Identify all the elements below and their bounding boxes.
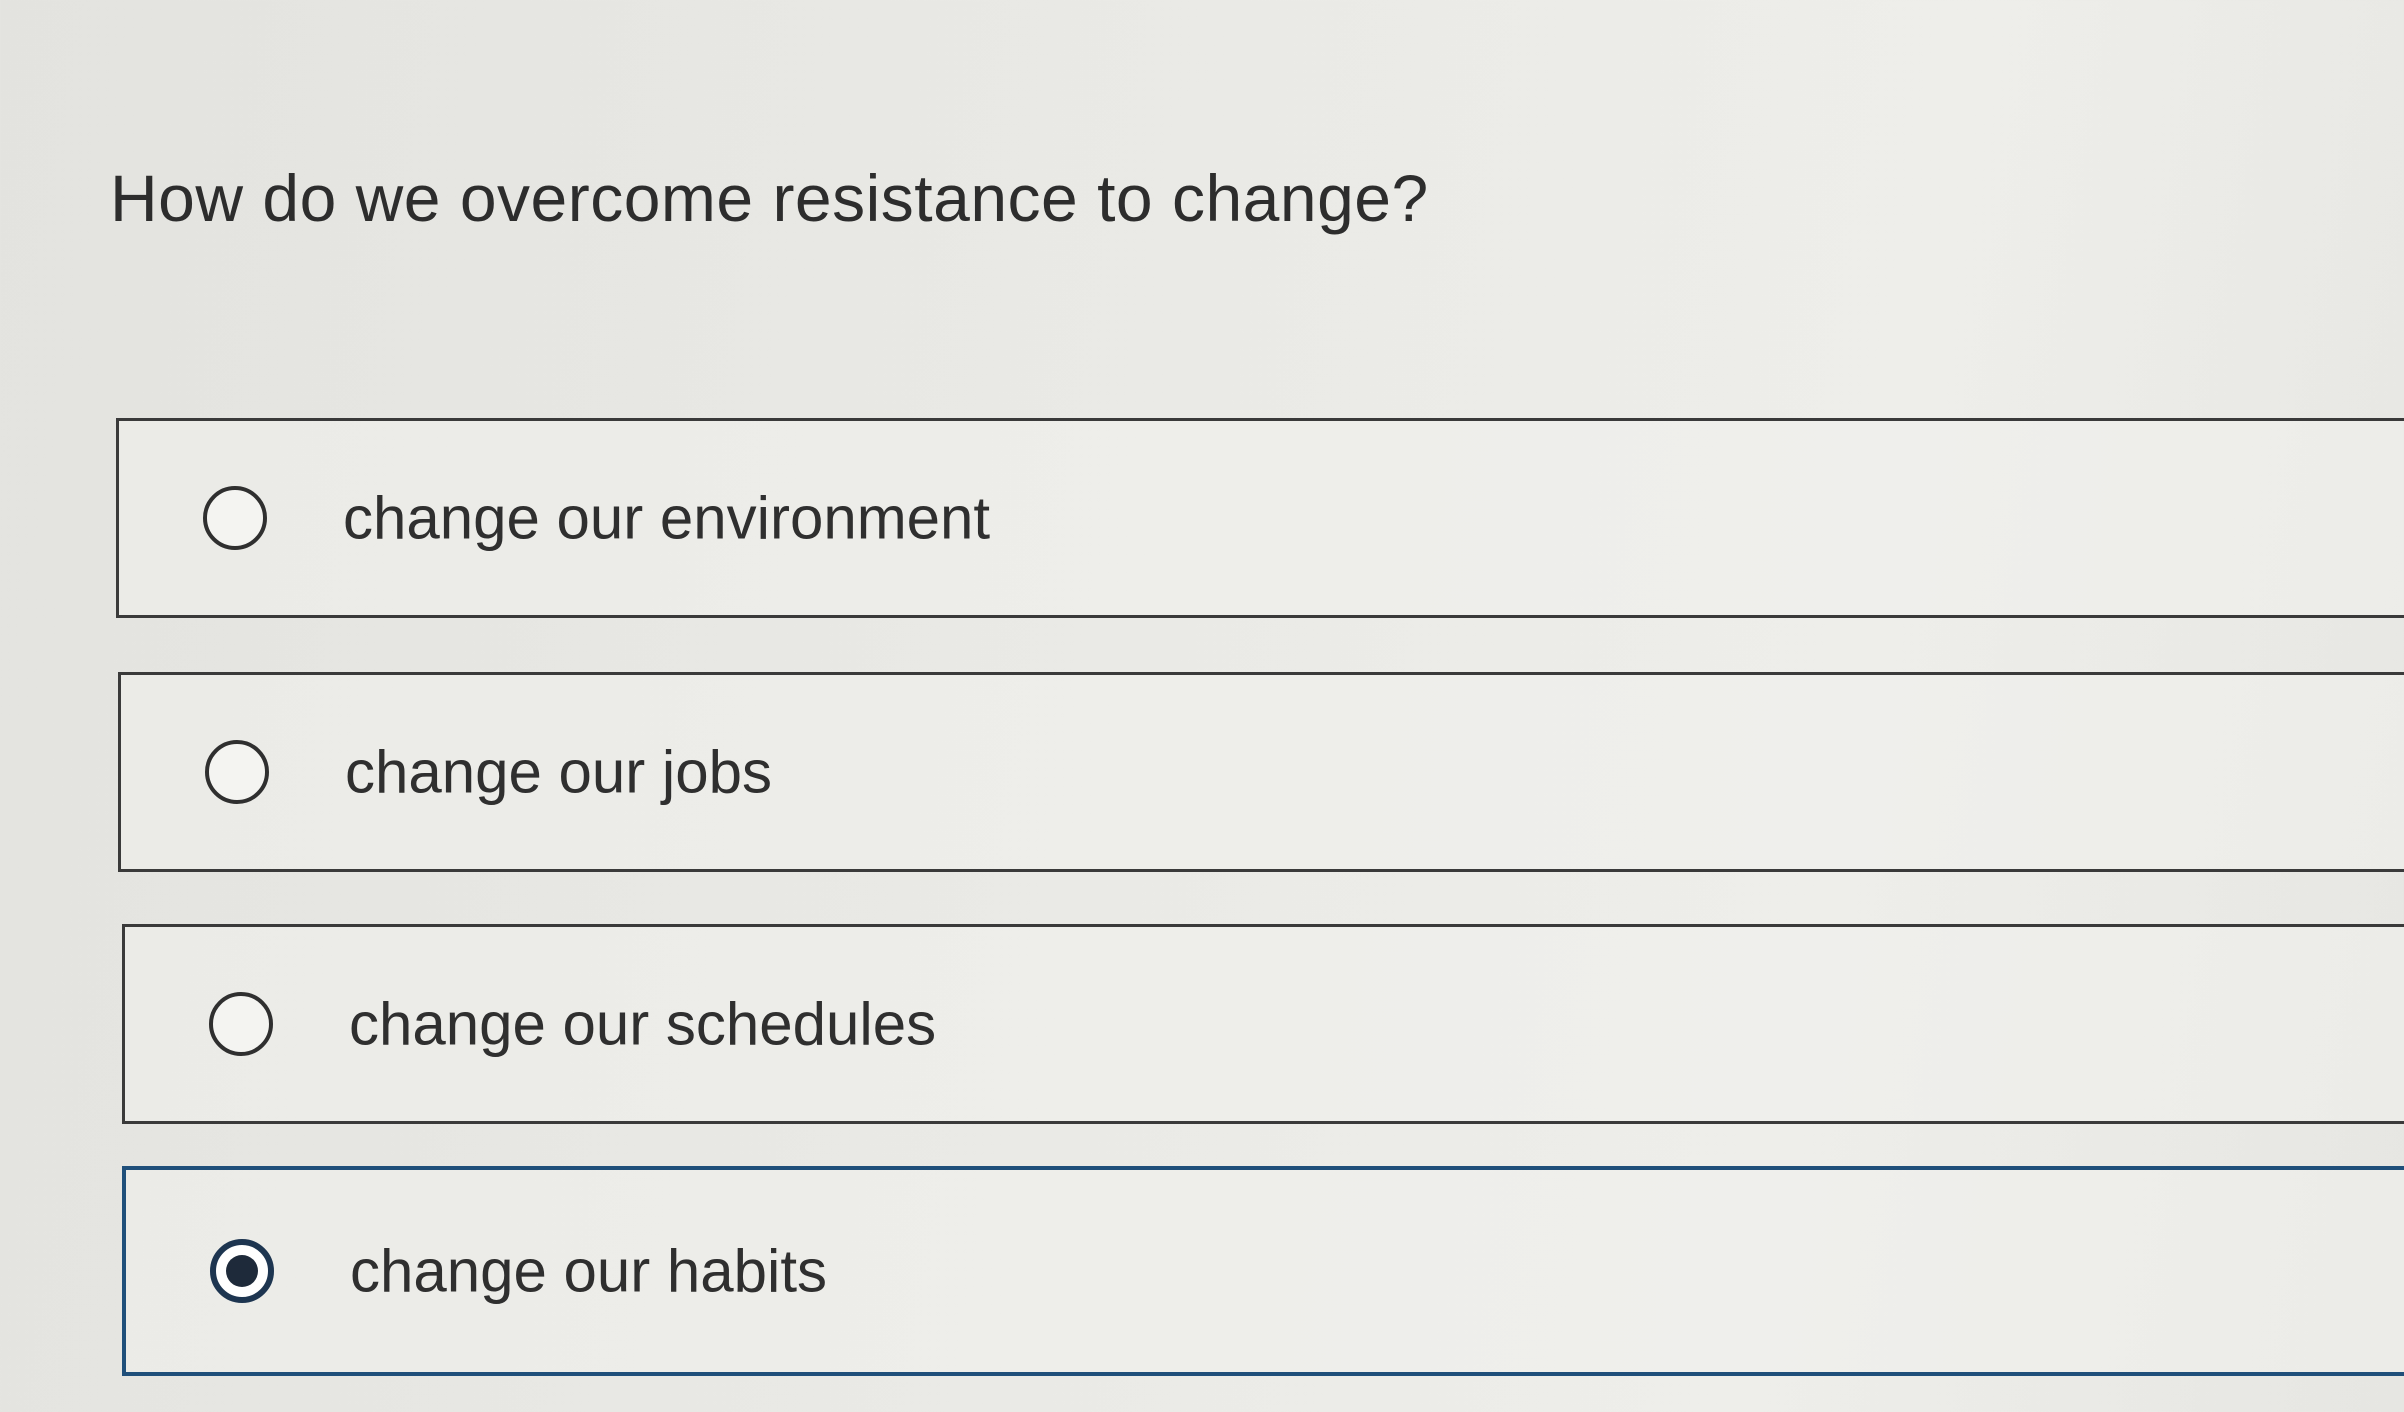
answer-option-label: change our schedules: [349, 990, 937, 1058]
answer-options: change our environment change our jobs c…: [0, 0, 2404, 1412]
radio-button-icon[interactable]: [210, 1239, 274, 1303]
answer-option-label: change our habits: [350, 1237, 828, 1305]
answer-option-environment[interactable]: change our environment: [116, 418, 2404, 618]
radio-button-icon[interactable]: [205, 740, 269, 804]
radio-button-icon[interactable]: [203, 486, 267, 550]
answer-option-schedules[interactable]: change our schedules: [122, 924, 2404, 1124]
answer-option-label: change our jobs: [345, 738, 772, 806]
radio-selected-dot: [226, 1255, 258, 1287]
answer-option-jobs[interactable]: change our jobs: [118, 672, 2404, 872]
radio-button-icon[interactable]: [209, 992, 273, 1056]
answer-option-label: change our environment: [343, 484, 991, 552]
answer-option-habits[interactable]: change our habits: [122, 1166, 2404, 1376]
